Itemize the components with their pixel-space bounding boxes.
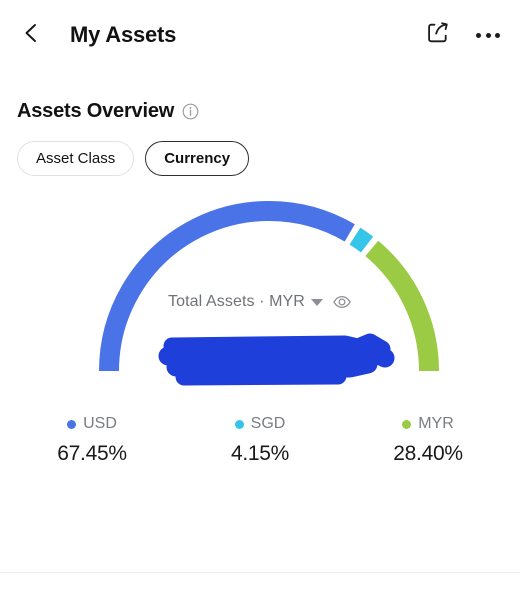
legend-dot-usd: [67, 419, 77, 429]
legend-top-sgd: SGD: [234, 415, 286, 433]
header-actions: [422, 19, 504, 51]
chevron-left-icon: [20, 22, 42, 49]
legend-label-usd: USD: [83, 415, 117, 432]
total-assets-label: Total Assets · MYR: [168, 293, 305, 310]
assets-gauge-chart: Total Assets · MYR: [0, 184, 520, 399]
legend-value-sgd: 4.15%: [230, 442, 290, 465]
view-mode-tabs: Asset Class Currency: [0, 123, 520, 176]
chevron-down-icon: [310, 298, 323, 306]
section-divider: [0, 572, 520, 573]
currency-legend: USD 67.45% SGD 4.15% MYR 28.40%: [0, 415, 520, 466]
info-circle-icon[interactable]: [182, 103, 199, 120]
assets-overview-header: Assets Overview: [0, 70, 520, 123]
back-button[interactable]: [14, 18, 48, 52]
eye-icon[interactable]: [332, 292, 352, 312]
gauge-segment-usd: [99, 201, 355, 372]
share-button[interactable]: [422, 19, 454, 51]
legend-value-myr: 28.40%: [393, 442, 463, 465]
page-title: My Assets: [70, 22, 177, 47]
total-assets-selector[interactable]: Total Assets · MYR: [168, 292, 352, 312]
legend-label-sgd: SGD: [250, 415, 286, 432]
more-horizontal-icon: [476, 32, 500, 38]
gauge-segment-sgd: [349, 227, 374, 253]
app-header: My Assets: [0, 0, 520, 70]
gauge-center-content: Total Assets · MYR: [0, 292, 520, 312]
legend-top-usd: USD: [67, 415, 117, 433]
legend-item-usd: USD 67.45%: [8, 415, 176, 466]
section-title: Assets Overview: [17, 100, 175, 122]
more-options-button[interactable]: [472, 19, 504, 51]
legend-top-myr: MYR: [402, 415, 454, 433]
tab-currency[interactable]: Currency: [145, 141, 250, 176]
legend-dot-myr: [402, 419, 412, 429]
legend-value-usd: 67.45%: [57, 442, 127, 465]
legend-item-sgd: SGD 4.15%: [176, 415, 344, 466]
legend-item-myr: MYR 28.40%: [344, 415, 512, 466]
tab-asset-class[interactable]: Asset Class: [17, 141, 135, 176]
share-icon: [426, 21, 450, 50]
legend-label-myr: MYR: [418, 415, 454, 432]
legend-dot-sgd: [234, 419, 244, 429]
